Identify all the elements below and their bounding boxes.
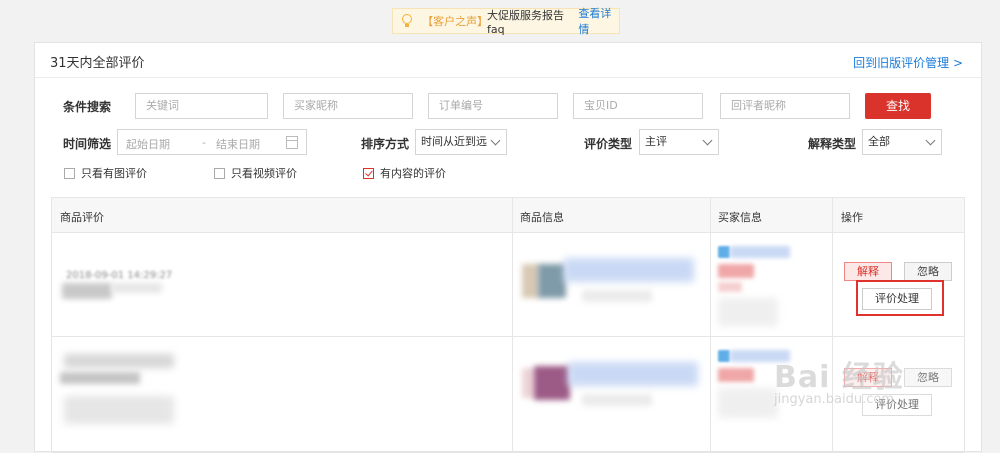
blurred-product-title	[564, 258, 694, 282]
checkbox-checked-icon[interactable]	[363, 167, 374, 179]
blurred-review-text	[64, 396, 174, 424]
notice-banner: 【客户之声】 大促版服务报告faq 查看详情	[392, 5, 620, 37]
watermark-url: jingyan.baidu.com	[774, 392, 894, 407]
notice-detail-link[interactable]: 查看详情	[578, 5, 619, 37]
sort-label: 排序方式	[361, 137, 410, 151]
blurred-buyer-name	[730, 246, 790, 258]
col-actions: 操作	[841, 211, 863, 224]
old-review-management-link[interactable]: 回到旧版评价管理 >	[853, 54, 963, 71]
chevron-down-icon	[490, 135, 501, 146]
explain-type-select[interactable]: 全部	[862, 129, 942, 155]
image-only-checkbox[interactable]: 只看有图评价	[64, 165, 147, 181]
review-table: 商品评价 商品信息 买家信息 操作 2018-09-01 14:29:27 解释…	[51, 197, 965, 453]
blurred-buyer-badge	[718, 368, 754, 382]
blurred-product-sku	[582, 394, 652, 406]
checkbox-icon[interactable]	[64, 167, 75, 179]
watermark-logo: Bai 经验	[774, 360, 904, 395]
time-filter-label: 时间筛选	[63, 137, 112, 151]
col-review: 商品评价	[60, 211, 104, 224]
end-date-field[interactable]: 结束日期	[216, 136, 260, 152]
blurred-product-sku	[582, 290, 652, 302]
checkbox-icon[interactable]	[214, 167, 225, 179]
blurred-product-image	[534, 366, 570, 400]
col-buyer-info: 买家信息	[718, 211, 762, 224]
reviewer-nick-input[interactable]: 回评者昵称	[720, 93, 850, 119]
buyer-nick-input[interactable]: 买家昵称	[283, 93, 413, 119]
blurred-buyer-badge	[718, 264, 754, 278]
review-type-label: 评价类型	[584, 137, 633, 151]
order-number-input[interactable]: 订单编号	[428, 93, 558, 119]
chevron-down-icon	[702, 135, 713, 146]
calendar-icon[interactable]	[286, 136, 298, 149]
search-label: 条件搜索	[63, 100, 112, 114]
review-type-value: 主评	[645, 135, 667, 148]
blurred-product-title	[568, 362, 698, 386]
col-item-info: 商品信息	[520, 211, 564, 224]
search-button[interactable]: 查找	[865, 93, 931, 119]
page-title: 31天内全部评价	[50, 56, 145, 71]
notice-tag: 【客户之声】	[422, 15, 489, 28]
page: 【客户之声】 大促版服务报告faq 查看详情 31天内全部评价 回到旧版评价管理…	[0, 0, 1000, 453]
notice-text: 大促版服务报告faq	[487, 8, 565, 36]
ignore-button[interactable]: 忽略	[904, 262, 952, 281]
item-id-input[interactable]: 宝贝ID	[573, 93, 703, 119]
blurred-buyer-level	[718, 282, 742, 292]
highlight-box	[856, 280, 944, 316]
sort-value: 时间从近到远	[421, 135, 487, 148]
card-header: 31天内全部评价 回到旧版评价管理 >	[35, 43, 981, 78]
divider	[832, 198, 833, 452]
blurred-review-text	[64, 354, 174, 368]
blurred-product-image	[538, 264, 566, 298]
blurred-buyer-avatar	[718, 350, 730, 362]
video-only-label: 只看视频评价	[231, 167, 297, 180]
explain-button[interactable]: 解释	[844, 262, 892, 281]
review-time: 2018-09-01 14:29:27	[66, 270, 173, 281]
explain-type-label: 解释类型	[808, 137, 857, 151]
explain-type-value: 全部	[868, 135, 890, 148]
table-header: 商品评价 商品信息 买家信息 操作	[52, 198, 964, 233]
date-range-input[interactable]: 起始日期 - 结束日期	[117, 129, 307, 155]
chevron-down-icon	[925, 135, 936, 146]
review-type-select[interactable]: 主评	[639, 129, 719, 155]
image-only-label: 只看有图评价	[81, 167, 147, 180]
lightbulb-icon	[401, 14, 413, 28]
sort-select[interactable]: 时间从近到远	[415, 129, 507, 155]
blurred-buyer-avatar	[718, 246, 730, 258]
blurred-buyer-info	[718, 298, 778, 326]
blurred-buyer-info	[718, 388, 778, 418]
divider	[710, 198, 711, 452]
blurred-review-text	[62, 283, 112, 299]
ignore-button[interactable]: 忽略	[904, 368, 952, 387]
start-date-field[interactable]: 起始日期	[126, 136, 170, 152]
keyword-input[interactable]: 关键词	[135, 93, 268, 119]
video-only-checkbox[interactable]: 只看视频评价	[214, 165, 297, 181]
with-content-checkbox[interactable]: 有内容的评价	[363, 165, 446, 181]
divider	[512, 198, 513, 452]
blurred-review-text	[60, 372, 140, 384]
date-separator: -	[202, 136, 206, 149]
with-content-label: 有内容的评价	[380, 167, 446, 180]
blurred-review-text	[112, 283, 162, 293]
row-divider	[52, 336, 964, 337]
